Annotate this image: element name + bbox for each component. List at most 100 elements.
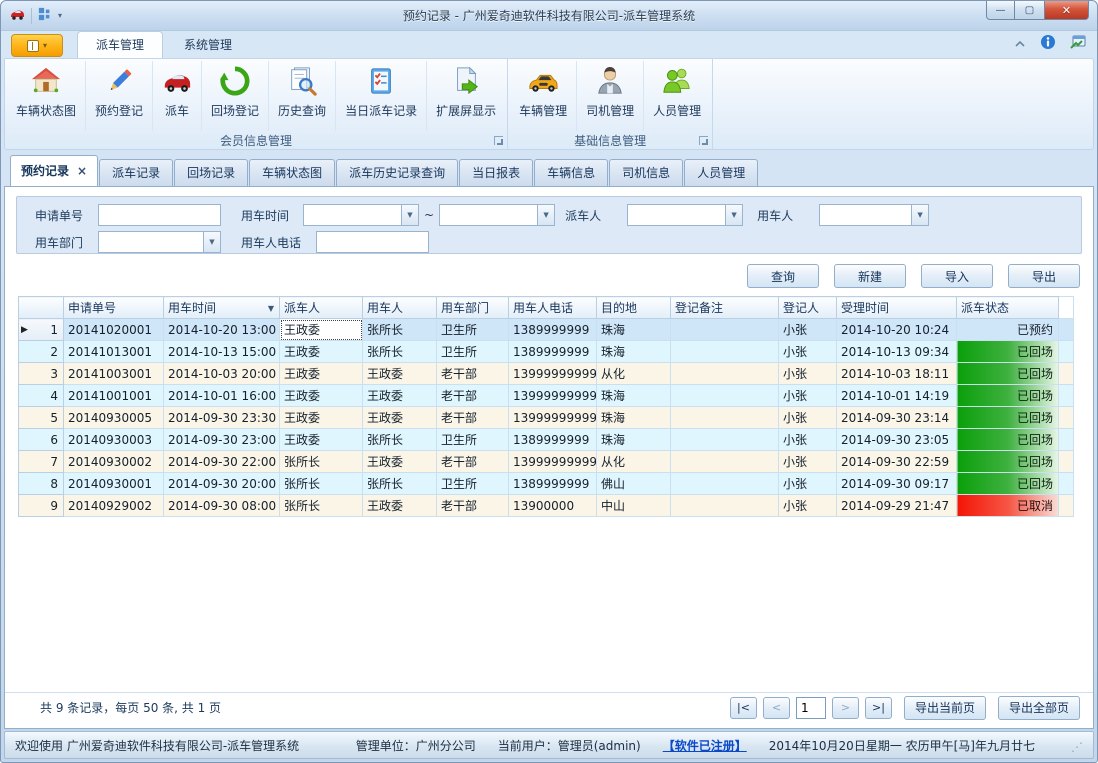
table-cell[interactable]: 老干部 <box>437 407 509 429</box>
table-row[interactable]: 4201410010012014-10-01 16:00王政委王政委老干部139… <box>19 385 1074 407</box>
col-header-department[interactable]: 用车部门 <box>437 297 509 319</box>
table-cell[interactable] <box>671 385 779 407</box>
table-cell[interactable]: 20140929002 <box>64 495 164 517</box>
new-button[interactable]: 新建 <box>834 264 906 288</box>
table-cell[interactable]: 王政委 <box>280 407 363 429</box>
ribbon-tab-dispatch[interactable]: 派车管理 <box>77 31 163 58</box>
table-cell[interactable]: 小张 <box>779 319 837 341</box>
import-button[interactable]: 导入 <box>921 264 993 288</box>
table-cell[interactable]: 20141003001 <box>64 363 164 385</box>
dispatch-status-cell[interactable]: 已回场 <box>957 363 1059 385</box>
table-cell[interactable]: 2014-10-03 20:00 <box>164 363 280 385</box>
table-cell[interactable]: 张所长 <box>363 473 437 495</box>
table-cell[interactable]: 2014-10-20 10:24 <box>837 319 957 341</box>
chevron-down-icon[interactable]: ▼ <box>537 205 554 225</box>
quick-access-toolbar-icon[interactable] <box>38 7 52 24</box>
col-header-use-time[interactable]: 用车时间▼ <box>164 297 280 319</box>
dispatcher-select[interactable]: ▼ <box>627 204 743 226</box>
maximize-button[interactable]: ▢ <box>1015 1 1044 20</box>
row-header[interactable]: 7 <box>19 451 64 473</box>
doc-tab-history-query[interactable]: 派车历史记录查询 <box>336 159 458 186</box>
info-icon[interactable] <box>1040 34 1056 53</box>
table-cell[interactable]: 小张 <box>779 473 837 495</box>
department-select[interactable]: ▼ <box>98 231 221 253</box>
table-cell[interactable]: 1389999999 <box>509 319 597 341</box>
chevron-down-icon[interactable]: ▼ <box>725 205 742 225</box>
minimize-button[interactable]: — <box>986 1 1015 20</box>
doc-tab-daily-report[interactable]: 当日报表 <box>459 159 533 186</box>
row-header[interactable]: ▶1 <box>19 319 64 341</box>
chevron-down-icon[interactable]: ▼ <box>911 205 928 225</box>
table-cell[interactable]: 张所长 <box>280 473 363 495</box>
table-cell[interactable]: 2014-10-01 16:00 <box>164 385 280 407</box>
use-time-from-select[interactable]: ▼ <box>303 204 419 226</box>
table-cell[interactable]: 2014-09-30 23:00 <box>164 429 280 451</box>
table-cell[interactable]: 从化 <box>597 363 671 385</box>
car-user-select[interactable]: ▼ <box>819 204 929 226</box>
row-header[interactable]: 5 <box>19 407 64 429</box>
table-cell[interactable]: 张所长 <box>363 341 437 363</box>
table-cell[interactable]: 珠海 <box>597 341 671 363</box>
chevron-down-icon[interactable]: ▼ <box>203 232 220 252</box>
table-cell[interactable]: 王政委 <box>363 363 437 385</box>
table-row[interactable]: ▶1201410200012014-10-20 13:00王政委张所长卫生所13… <box>19 319 1074 341</box>
col-header-dispatch-status[interactable]: 派车状态 <box>957 297 1059 319</box>
ribbon-tab-system[interactable]: 系统管理 <box>165 31 251 58</box>
table-cell[interactable]: 佛山 <box>597 473 671 495</box>
table-cell[interactable]: 老干部 <box>437 451 509 473</box>
dispatch-status-cell[interactable]: 已预约 <box>957 319 1059 341</box>
table-cell[interactable]: 2014-10-13 09:34 <box>837 341 957 363</box>
table-cell[interactable] <box>671 429 779 451</box>
resize-grip[interactable] <box>1071 739 1083 751</box>
ribbon-collapse-icon[interactable] <box>1014 37 1026 51</box>
row-header[interactable]: 3 <box>19 363 64 385</box>
export-button[interactable]: 导出 <box>1008 264 1080 288</box>
table-cell[interactable]: 13900000 <box>509 495 597 517</box>
page-number-input[interactable] <box>796 697 826 719</box>
table-cell[interactable]: 2014-10-01 14:19 <box>837 385 957 407</box>
dialog-launcher-icon[interactable] <box>494 136 503 145</box>
table-cell[interactable]: 20140930001 <box>64 473 164 495</box>
table-cell[interactable]: 20141013001 <box>64 341 164 363</box>
export-all-pages-button[interactable]: 导出全部页 <box>998 696 1080 720</box>
dispatch-status-cell[interactable]: 已回场 <box>957 385 1059 407</box>
table-cell[interactable] <box>671 495 779 517</box>
dispatch-status-cell[interactable]: 已回场 <box>957 451 1059 473</box>
table-cell[interactable] <box>671 319 779 341</box>
table-cell[interactable]: 2014-09-30 23:30 <box>164 407 280 429</box>
table-cell[interactable] <box>671 341 779 363</box>
col-header-phone[interactable]: 用车人电话 <box>509 297 597 319</box>
table-row[interactable]: 2201410130012014-10-13 15:00王政委张所长卫生所138… <box>19 341 1074 363</box>
table-row[interactable]: 7201409300022014-09-30 22:00张所长王政委老干部139… <box>19 451 1074 473</box>
table-cell[interactable] <box>671 473 779 495</box>
extend-screen-button[interactable]: 扩展屏显示 <box>427 61 505 131</box>
row-header[interactable]: 4 <box>19 385 64 407</box>
table-cell[interactable]: 20140930003 <box>64 429 164 451</box>
table-cell[interactable]: 20140930005 <box>64 407 164 429</box>
table-cell[interactable]: 2014-09-30 20:00 <box>164 473 280 495</box>
dialog-launcher-icon[interactable] <box>699 136 708 145</box>
dispatch-button[interactable]: 派车 <box>153 61 202 131</box>
driver-manage-button[interactable]: 司机管理 <box>577 61 644 131</box>
table-cell[interactable]: 小张 <box>779 407 837 429</box>
table-cell[interactable] <box>671 363 779 385</box>
skin-icon[interactable] <box>1070 35 1087 53</box>
next-page-button[interactable]: > <box>832 697 859 719</box>
col-header-accept-time[interactable]: 受理时间 <box>837 297 957 319</box>
row-header[interactable]: 9 <box>19 495 64 517</box>
col-header-registrar[interactable]: 登记人 <box>779 297 837 319</box>
table-cell[interactable]: 王政委 <box>363 407 437 429</box>
first-page-button[interactable]: |< <box>730 697 757 719</box>
table-cell[interactable]: 小张 <box>779 429 837 451</box>
doc-tab-vehicle-status-map[interactable]: 车辆状态图 <box>249 159 335 186</box>
chevron-down-icon[interactable]: ▼ <box>401 205 418 225</box>
table-cell[interactable]: 13999999999 <box>509 451 597 473</box>
dispatch-status-cell[interactable]: 已回场 <box>957 341 1059 363</box>
query-button[interactable]: 查询 <box>747 264 819 288</box>
table-cell[interactable]: 2014-09-30 23:14 <box>837 407 957 429</box>
table-cell[interactable]: 2014-09-29 21:47 <box>837 495 957 517</box>
doc-tab-dispatch-record[interactable]: 派车记录 <box>99 159 173 186</box>
sort-desc-icon[interactable]: ▼ <box>268 304 274 313</box>
staff-manage-button[interactable]: 人员管理 <box>644 61 710 131</box>
table-cell[interactable]: 从化 <box>597 451 671 473</box>
